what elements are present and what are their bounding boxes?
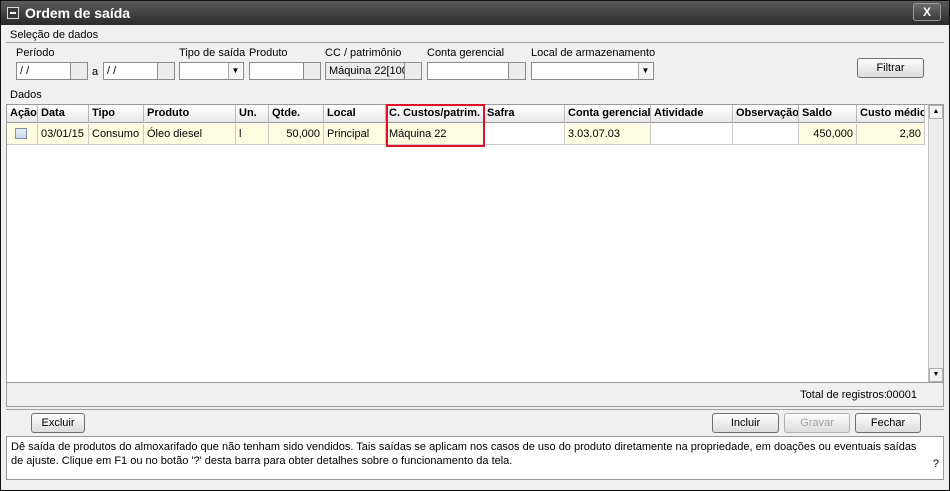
row-acao-cell[interactable] bbox=[7, 124, 38, 145]
row-produto[interactable]: Óleo diesel bbox=[144, 124, 236, 145]
excluir-button[interactable]: Excluir bbox=[31, 413, 85, 433]
window-title: Ordem de saída bbox=[25, 5, 131, 21]
cc-column-highlight bbox=[386, 104, 485, 147]
gravar-button[interactable]: Gravar bbox=[784, 413, 850, 433]
produto-input[interactable] bbox=[249, 62, 304, 80]
local-armazenamento-label: Local de armazenamento bbox=[531, 47, 656, 59]
col-data[interactable]: Data bbox=[38, 105, 89, 123]
cc-patrimonio-label: CC / patrimônio bbox=[325, 47, 402, 59]
row-saldo[interactable]: 450,000 bbox=[799, 124, 857, 145]
row-tipo[interactable]: Consumo bbox=[89, 124, 144, 145]
col-un[interactable]: Un. bbox=[236, 105, 269, 123]
row-conta-gerencial[interactable]: 3.03.07.03 bbox=[565, 124, 651, 145]
col-local[interactable]: Local bbox=[324, 105, 386, 123]
total-registros-value: 00001 bbox=[886, 389, 917, 401]
scroll-up-icon[interactable]: ▲ bbox=[929, 105, 943, 119]
row-qtde[interactable]: 50,000 bbox=[269, 124, 324, 145]
col-conta-gerencial[interactable]: Conta gerencial bbox=[565, 105, 651, 123]
help-button[interactable]: ? bbox=[933, 457, 939, 471]
row-local[interactable]: Principal bbox=[324, 124, 386, 145]
col-custo-medio[interactable]: Custo médio bbox=[857, 105, 925, 123]
col-produto[interactable]: Produto bbox=[144, 105, 236, 123]
produto-lookup-button[interactable] bbox=[303, 62, 321, 80]
action-checkbox[interactable] bbox=[15, 128, 27, 139]
conta-lookup-button[interactable] bbox=[508, 62, 526, 80]
conta-gerencial-label: Conta gerencial bbox=[427, 47, 505, 59]
selection-section-label: Seleção de dados bbox=[10, 29, 99, 41]
chevron-down-icon[interactable]: ▼ bbox=[228, 63, 242, 79]
row-safra[interactable] bbox=[484, 124, 565, 145]
col-atividade[interactable]: Atividade bbox=[651, 105, 733, 123]
filtrar-button[interactable]: Filtrar bbox=[857, 58, 924, 78]
total-registros-label: Total de registros: bbox=[800, 389, 887, 401]
conta-gerencial-input[interactable] bbox=[427, 62, 509, 80]
periodo-start-input[interactable]: / / bbox=[16, 62, 71, 80]
buttons-divider bbox=[6, 409, 944, 410]
fechar-button[interactable]: Fechar bbox=[855, 413, 921, 433]
tipo-saida-select[interactable]: ▼ bbox=[179, 62, 244, 80]
periodo-start-calendar-button[interactable] bbox=[70, 62, 88, 80]
col-tipo[interactable]: Tipo bbox=[89, 105, 144, 123]
col-safra[interactable]: Safra bbox=[484, 105, 565, 123]
row-un[interactable]: l bbox=[236, 124, 269, 145]
selection-divider bbox=[6, 42, 944, 43]
col-observacao[interactable]: Observação bbox=[733, 105, 799, 123]
row-data[interactable]: 03/01/15 bbox=[38, 124, 89, 145]
incluir-button[interactable]: Incluir bbox=[712, 413, 779, 433]
local-armazenamento-select[interactable]: ▼ bbox=[531, 62, 654, 80]
scroll-down-icon[interactable]: ▼ bbox=[929, 368, 943, 382]
row-atividade[interactable] bbox=[651, 124, 733, 145]
periodo-separator: a bbox=[92, 66, 99, 78]
periodo-end-calendar-button[interactable] bbox=[157, 62, 175, 80]
title-bar: Ordem de saída X bbox=[1, 1, 949, 25]
periodo-end-input[interactable]: / / bbox=[103, 62, 158, 80]
tipo-saida-label: Tipo de saída bbox=[179, 47, 246, 59]
row-observacao[interactable] bbox=[733, 124, 799, 145]
col-qtde[interactable]: Qtde. bbox=[269, 105, 324, 123]
periodo-label: Período bbox=[16, 47, 55, 59]
help-panel: Dê saída de produtos do almoxarifado que… bbox=[6, 436, 944, 480]
ordem-saida-window: Ordem de saída X Seleção de dados Períod… bbox=[0, 0, 950, 491]
col-acao[interactable]: Ação bbox=[7, 105, 38, 123]
col-saldo[interactable]: Saldo bbox=[799, 105, 857, 123]
vertical-scrollbar[interactable]: ▲ ▼ bbox=[928, 105, 943, 382]
row-custo-medio[interactable]: 2,80 bbox=[857, 124, 925, 145]
chevron-down-icon[interactable]: ▼ bbox=[638, 63, 652, 79]
window-menu-icon[interactable] bbox=[7, 7, 19, 19]
dados-section-label: Dados bbox=[10, 89, 42, 101]
cc-patrimonio-input[interactable]: Máquina 22[100, bbox=[325, 62, 405, 80]
close-button[interactable]: X bbox=[913, 3, 941, 21]
produto-label: Produto bbox=[249, 47, 288, 59]
grid-footer: Total de registros: 00001 bbox=[6, 383, 944, 407]
cc-lookup-button[interactable] bbox=[404, 62, 422, 80]
help-text: Dê saída de produtos do almoxarifado que… bbox=[11, 441, 917, 467]
